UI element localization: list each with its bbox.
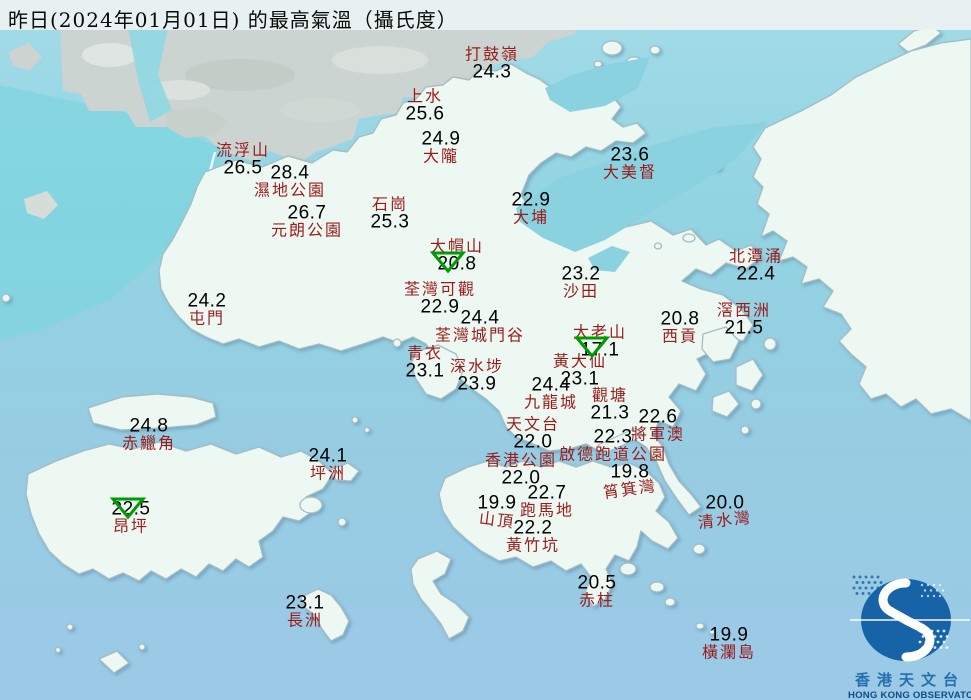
station-label-橫瀾島: 19.9 橫瀾島: [702, 626, 756, 661]
station-name: 九龍城: [523, 392, 579, 412]
station-label-打鼓嶺: 打鼓嶺 24.3: [464, 44, 520, 83]
station-label-赤鱲角: 24.8 赤鱲角: [122, 417, 176, 452]
station-name: 黃大仙: [552, 351, 608, 371]
station-name: 坪洲: [309, 463, 347, 483]
station-label-濕地公園: 28.4 濕地公園: [254, 164, 326, 199]
station-label-元朗公園: 26.7 元朗公園: [271, 204, 343, 239]
station-name: 啟德跑道公園: [558, 444, 668, 464]
station-name: 大帽山: [429, 236, 485, 256]
station-value: 23.9: [457, 373, 497, 395]
station-name: 荃灣可觀: [403, 279, 477, 299]
station-value: 21.5: [724, 317, 764, 339]
station-name: 赤鱲角: [121, 433, 177, 453]
station-label-昂坪: 22.5 昂坪: [112, 500, 151, 535]
station-label-赤柱: 20.5 赤柱: [578, 574, 617, 609]
station-name: 石崗: [371, 194, 409, 214]
station-label-深水埗: 深水埗 23.9: [449, 356, 505, 395]
station-name: 流浮山: [215, 140, 271, 160]
station-name: 西貢: [661, 326, 699, 346]
station-value: 21.3: [590, 402, 630, 424]
station-name: 天文台: [505, 414, 561, 434]
station-name: 觀塘: [591, 385, 629, 405]
station-name: 筲箕灣: [601, 475, 658, 503]
station-label-啟德跑道公園: 22.3 啟德跑道公園: [559, 428, 667, 463]
station-name: 大埔: [512, 207, 550, 227]
station-name: 滘西洲: [716, 300, 772, 320]
station-name: 深水埗: [449, 356, 505, 376]
station-name: 香港公園: [484, 450, 558, 470]
station-label-觀塘: 觀塘 21.3: [590, 385, 630, 424]
station-name: 橫瀾島: [701, 642, 757, 662]
station-label-滘西洲: 滘西洲 21.5: [716, 300, 772, 339]
station-label-青衣: 青衣 23.1: [405, 343, 445, 382]
station-label-上水: 上水 25.6: [405, 86, 445, 125]
station-label-黃竹坑: 22.2 黃竹坑: [506, 519, 560, 554]
station-value: 22.0: [513, 431, 553, 453]
station-name: 大美督: [602, 162, 658, 182]
station-value: 22.4: [736, 263, 776, 285]
station-label-跑馬地: 22.7 跑馬地: [520, 484, 574, 519]
station-value: 25.3: [370, 211, 410, 233]
station-name: 北潭涌: [728, 246, 784, 266]
station-label-石崗: 石崗 25.3: [370, 194, 410, 233]
station-name: 大隴: [422, 146, 460, 166]
station-value: 24.3: [472, 61, 512, 83]
station-name: 黃竹坑: [505, 535, 561, 555]
station-label-北潭涌: 北潭涌 22.4: [728, 246, 784, 285]
station-name: 清水灣: [697, 507, 753, 533]
weather-map-screenshot: 昨日(2024年01月01日) 的最高氣溫（攝氏度） 打鼓嶺 24.3 上水 25.6…: [0, 0, 971, 700]
station-name: 荃灣城門谷: [434, 325, 526, 345]
station-label-大隴: 24.9 大隴: [422, 130, 461, 165]
station-label-大帽山: 大帽山 20.8: [429, 236, 485, 275]
station-label-清水灣: 20.0 清水灣: [697, 494, 753, 533]
station-name: 打鼓嶺: [464, 44, 520, 64]
station-label-荃灣城門谷: 24.4 荃灣城門谷: [435, 309, 525, 344]
station-label-沙田: 23.2 沙田: [562, 265, 601, 300]
station-name: 長洲: [286, 610, 324, 630]
page-title: 昨日(2024年01月01日) 的最高氣溫（攝氏度）: [8, 8, 458, 32]
station-name: 跑馬地: [519, 500, 575, 520]
station-label-大美督: 23.6 大美督: [603, 146, 657, 181]
station-label-坪洲: 24.1 坪洲: [309, 447, 348, 482]
station-value: 23.1: [405, 360, 445, 382]
station-label-西貢: 20.8 西貢: [661, 310, 700, 345]
station-name: 上水: [406, 86, 444, 106]
station-name: 昂坪: [112, 516, 150, 536]
station-name: 青衣: [406, 343, 444, 363]
station-name: 元朗公園: [270, 220, 344, 240]
station-label-長洲: 23.1 長洲: [286, 594, 325, 629]
station-label-九龍城: 24.4 九龍城: [524, 376, 578, 411]
station-label-屯門: 24.2 屯門: [188, 292, 227, 327]
station-name: 大老山: [572, 322, 628, 342]
station-label-天文台: 天文台 22.0: [505, 414, 561, 453]
station-name: 屯門: [188, 308, 226, 328]
station-value: 25.6: [405, 103, 445, 125]
station-name: 赤柱: [578, 590, 616, 610]
station-name: 沙田: [562, 281, 600, 301]
station-label-筲箕灣: 19.8 筲箕灣: [601, 463, 658, 503]
station-label-大埔: 22.9 大埔: [512, 191, 551, 226]
station-name: 濕地公園: [253, 180, 327, 200]
station-value: 20.8: [437, 253, 477, 275]
stations-layer: 打鼓嶺 24.3 上水 25.6 24.9 大隴 流浮山 26.5 28.4 濕地公園 26.7 元朗…: [0, 0, 971, 700]
